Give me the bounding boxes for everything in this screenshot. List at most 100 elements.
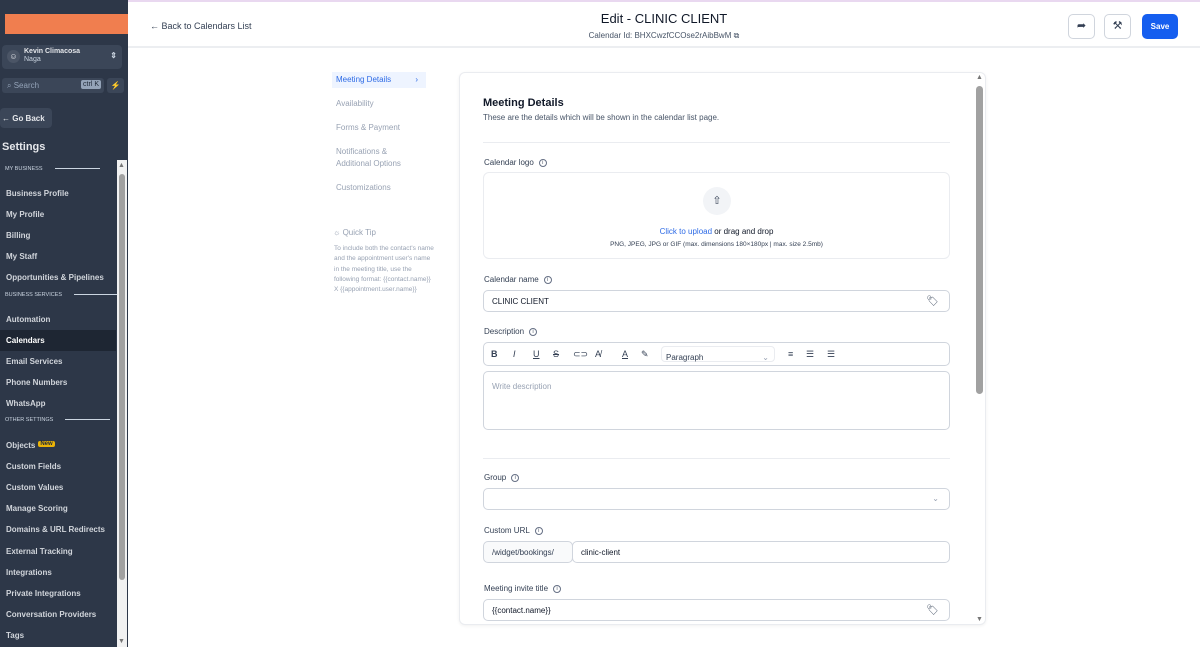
section-header: OTHER SETTINGS <box>5 417 111 423</box>
section-heading: Meeting Details <box>483 97 564 109</box>
bold-icon[interactable]: B <box>491 349 498 359</box>
sidebar-scrollbar[interactable]: ▲ ▼ <box>117 160 127 647</box>
sidebar-item-custom-fields[interactable]: Custom Fields <box>0 456 116 477</box>
sidebar-item-private-integrations[interactable]: Private Integrations <box>0 583 116 604</box>
nav-notifications[interactable]: Notifications & Additional Options <box>336 146 416 170</box>
tools-button[interactable]: ⚒ <box>1104 14 1131 39</box>
sidebar-item-automation[interactable]: Automation <box>0 309 116 330</box>
url-prefix: /widget/bookings/ <box>483 541 573 563</box>
strikethrough-icon[interactable]: S <box>553 349 559 359</box>
account-switcher[interactable]: ☺ Kevin Climacosa Naga ⇕ <box>2 45 122 69</box>
sidebar-item-domains-url-redirects[interactable]: Domains & URL Redirects <box>0 519 116 540</box>
calendar-logo-label: Calendar logo i <box>484 158 547 167</box>
shortcut-badge: ctrl K <box>81 80 101 89</box>
quick-action-icon[interactable]: ⚡ <box>107 78 124 93</box>
chevron-down-icon: ⌄ <box>762 353 769 362</box>
scroll-up-icon: ▲ <box>118 162 125 169</box>
sidebar-item-custom-values[interactable]: Custom Values <box>0 477 116 498</box>
scroll-up-icon: ▲ <box>976 74 983 81</box>
clear-format-icon[interactable]: A̸ <box>595 349 601 359</box>
paragraph-select[interactable]: Paragraph ⌄ <box>661 346 775 362</box>
editor-toolbar: B I U S ⊂⊃ A̸ A ✎ Paragraph ⌄ ≡ ☰ ☰ <box>483 342 950 366</box>
go-back-button[interactable]: ← Go Back <box>0 108 52 128</box>
page-header: ← Back to Calendars List Edit - CLINIC C… <box>128 0 1200 48</box>
nav-forms-payment[interactable]: Forms & Payment <box>336 122 400 134</box>
sidebar-item-phone-numbers[interactable]: Phone Numbers <box>0 372 116 393</box>
info-icon: i <box>529 327 538 336</box>
text-color-icon[interactable]: A <box>622 349 628 359</box>
nav-customizations[interactable]: Customizations <box>336 182 391 194</box>
sidebar-item-conversation-providers[interactable]: Conversation Providers <box>0 604 116 625</box>
sidebar-item-opportunities-pipelines[interactable]: Opportunities & Pipelines <box>0 267 116 288</box>
meeting-invite-title-input[interactable]: {{contact.name}} 🏷 <box>483 599 950 621</box>
chevron-updown-icon: ⇕ <box>110 51 117 60</box>
page-title: Edit - CLINIC CLIENT <box>600 11 728 26</box>
section-header: BUSINESS SERVICES <box>5 292 120 298</box>
align-icon[interactable]: ≡ <box>788 349 793 359</box>
info-icon: i <box>511 473 520 482</box>
sidebar-item-business-profile[interactable]: Business Profile <box>0 183 116 204</box>
share-icon: ➦ <box>1076 20 1087 32</box>
numbered-list-icon[interactable]: ☰ <box>827 349 835 360</box>
group-select[interactable]: ⌄ <box>483 488 950 510</box>
user-location: Naga <box>24 56 41 63</box>
bullet-list-icon[interactable]: ☰ <box>806 349 814 360</box>
highlight-icon[interactable]: ✎ <box>641 349 649 360</box>
sidebar-item-my-profile[interactable]: My Profile <box>0 204 116 225</box>
sidebar-item-external-tracking[interactable]: External Tracking <box>0 541 116 562</box>
avatar-icon: ☺ <box>7 50 20 63</box>
calendar-name-input[interactable]: CLINIC CLIENT 🏷 <box>483 290 950 312</box>
sidebar-item-calendars[interactable]: Calendars <box>0 330 116 351</box>
sidebar-item-billing[interactable]: Billing <box>0 225 116 246</box>
custom-url-label: Custom URL i <box>484 526 543 535</box>
form-scrollbar[interactable]: ▲ ▼ <box>975 72 985 625</box>
sidebar-item-whatsapp[interactable]: WhatsApp <box>0 393 116 414</box>
nav-meeting-details[interactable]: Meeting Details › <box>332 72 426 88</box>
logo-upload-dropzone[interactable]: ⇧ Click to upload or drag and drop PNG, … <box>483 172 950 259</box>
info-icon: i <box>543 275 552 284</box>
quick-tip-text: To include both the contact's name and t… <box>334 245 434 294</box>
italic-icon[interactable]: I <box>513 349 516 359</box>
upload-cloud-icon: ⇧ <box>703 187 731 215</box>
chevron-down-icon: ⌄ <box>932 494 939 503</box>
brand-logo[interactable] <box>5 14 130 34</box>
share-button[interactable]: ➦ <box>1068 14 1095 39</box>
info-icon: i <box>553 584 562 593</box>
chevron-right-icon: › <box>415 75 418 84</box>
sidebar-item-objects[interactable]: Objects New <box>0 435 116 456</box>
custom-url-input[interactable]: clinic-client <box>572 541 950 563</box>
new-badge: New <box>38 441 55 447</box>
user-name: Kevin Climacosa <box>24 48 81 55</box>
info-icon: i <box>538 158 547 167</box>
calendar-id: Calendar Id: BHXCwzfCCOse2rAibBwM ⧉ <box>588 31 740 40</box>
upload-hint: PNG, JPEG, JPG or GIF (max. dimensions 1… <box>610 241 823 248</box>
click-to-upload-link[interactable]: Click to upload <box>660 227 712 236</box>
sidebar-item-tags[interactable]: Tags <box>0 625 116 646</box>
save-button[interactable]: Save <box>1142 14 1178 39</box>
tools-icon: ⚒ <box>1112 20 1123 32</box>
underline-icon[interactable]: U <box>533 349 540 359</box>
meeting-invite-title-label: Meeting invite title i <box>484 584 562 593</box>
search-placeholder: Search <box>13 81 40 90</box>
tag-icon[interactable]: 🏷 <box>926 605 939 616</box>
calendar-name-label: Calendar name i <box>484 275 552 284</box>
sidebar: ☺ Kevin Climacosa Naga ⇕ ⌕ Search ctrl K … <box>0 0 130 647</box>
quick-tip-title: ☼ Quick Tip <box>333 228 376 237</box>
sidebar-item-integrations[interactable]: Integrations <box>0 562 116 583</box>
scroll-down-icon: ▼ <box>118 638 125 645</box>
copy-icon[interactable]: ⧉ <box>734 31 740 40</box>
search-input[interactable]: ⌕ Search ctrl K <box>2 78 104 93</box>
sidebar-item-email-services[interactable]: Email Services <box>0 351 116 372</box>
section-header: MY BUSINESS <box>5 166 100 172</box>
nav-availability[interactable]: Availability <box>336 98 374 110</box>
scroll-down-icon: ▼ <box>976 616 983 623</box>
link-icon[interactable]: ⊂⊃ <box>573 349 588 360</box>
section-subheading: These are the details which will be show… <box>483 113 720 122</box>
description-editor[interactable]: Write description <box>483 371 950 430</box>
description-label: Description i <box>484 327 538 336</box>
sidebar-item-my-staff[interactable]: My Staff <box>0 246 116 267</box>
lightbulb-icon: ☼ <box>333 228 341 237</box>
sidebar-item-manage-scoring[interactable]: Manage Scoring <box>0 498 116 519</box>
tag-icon[interactable]: 🏷 <box>926 296 939 307</box>
info-icon: i <box>534 526 543 535</box>
